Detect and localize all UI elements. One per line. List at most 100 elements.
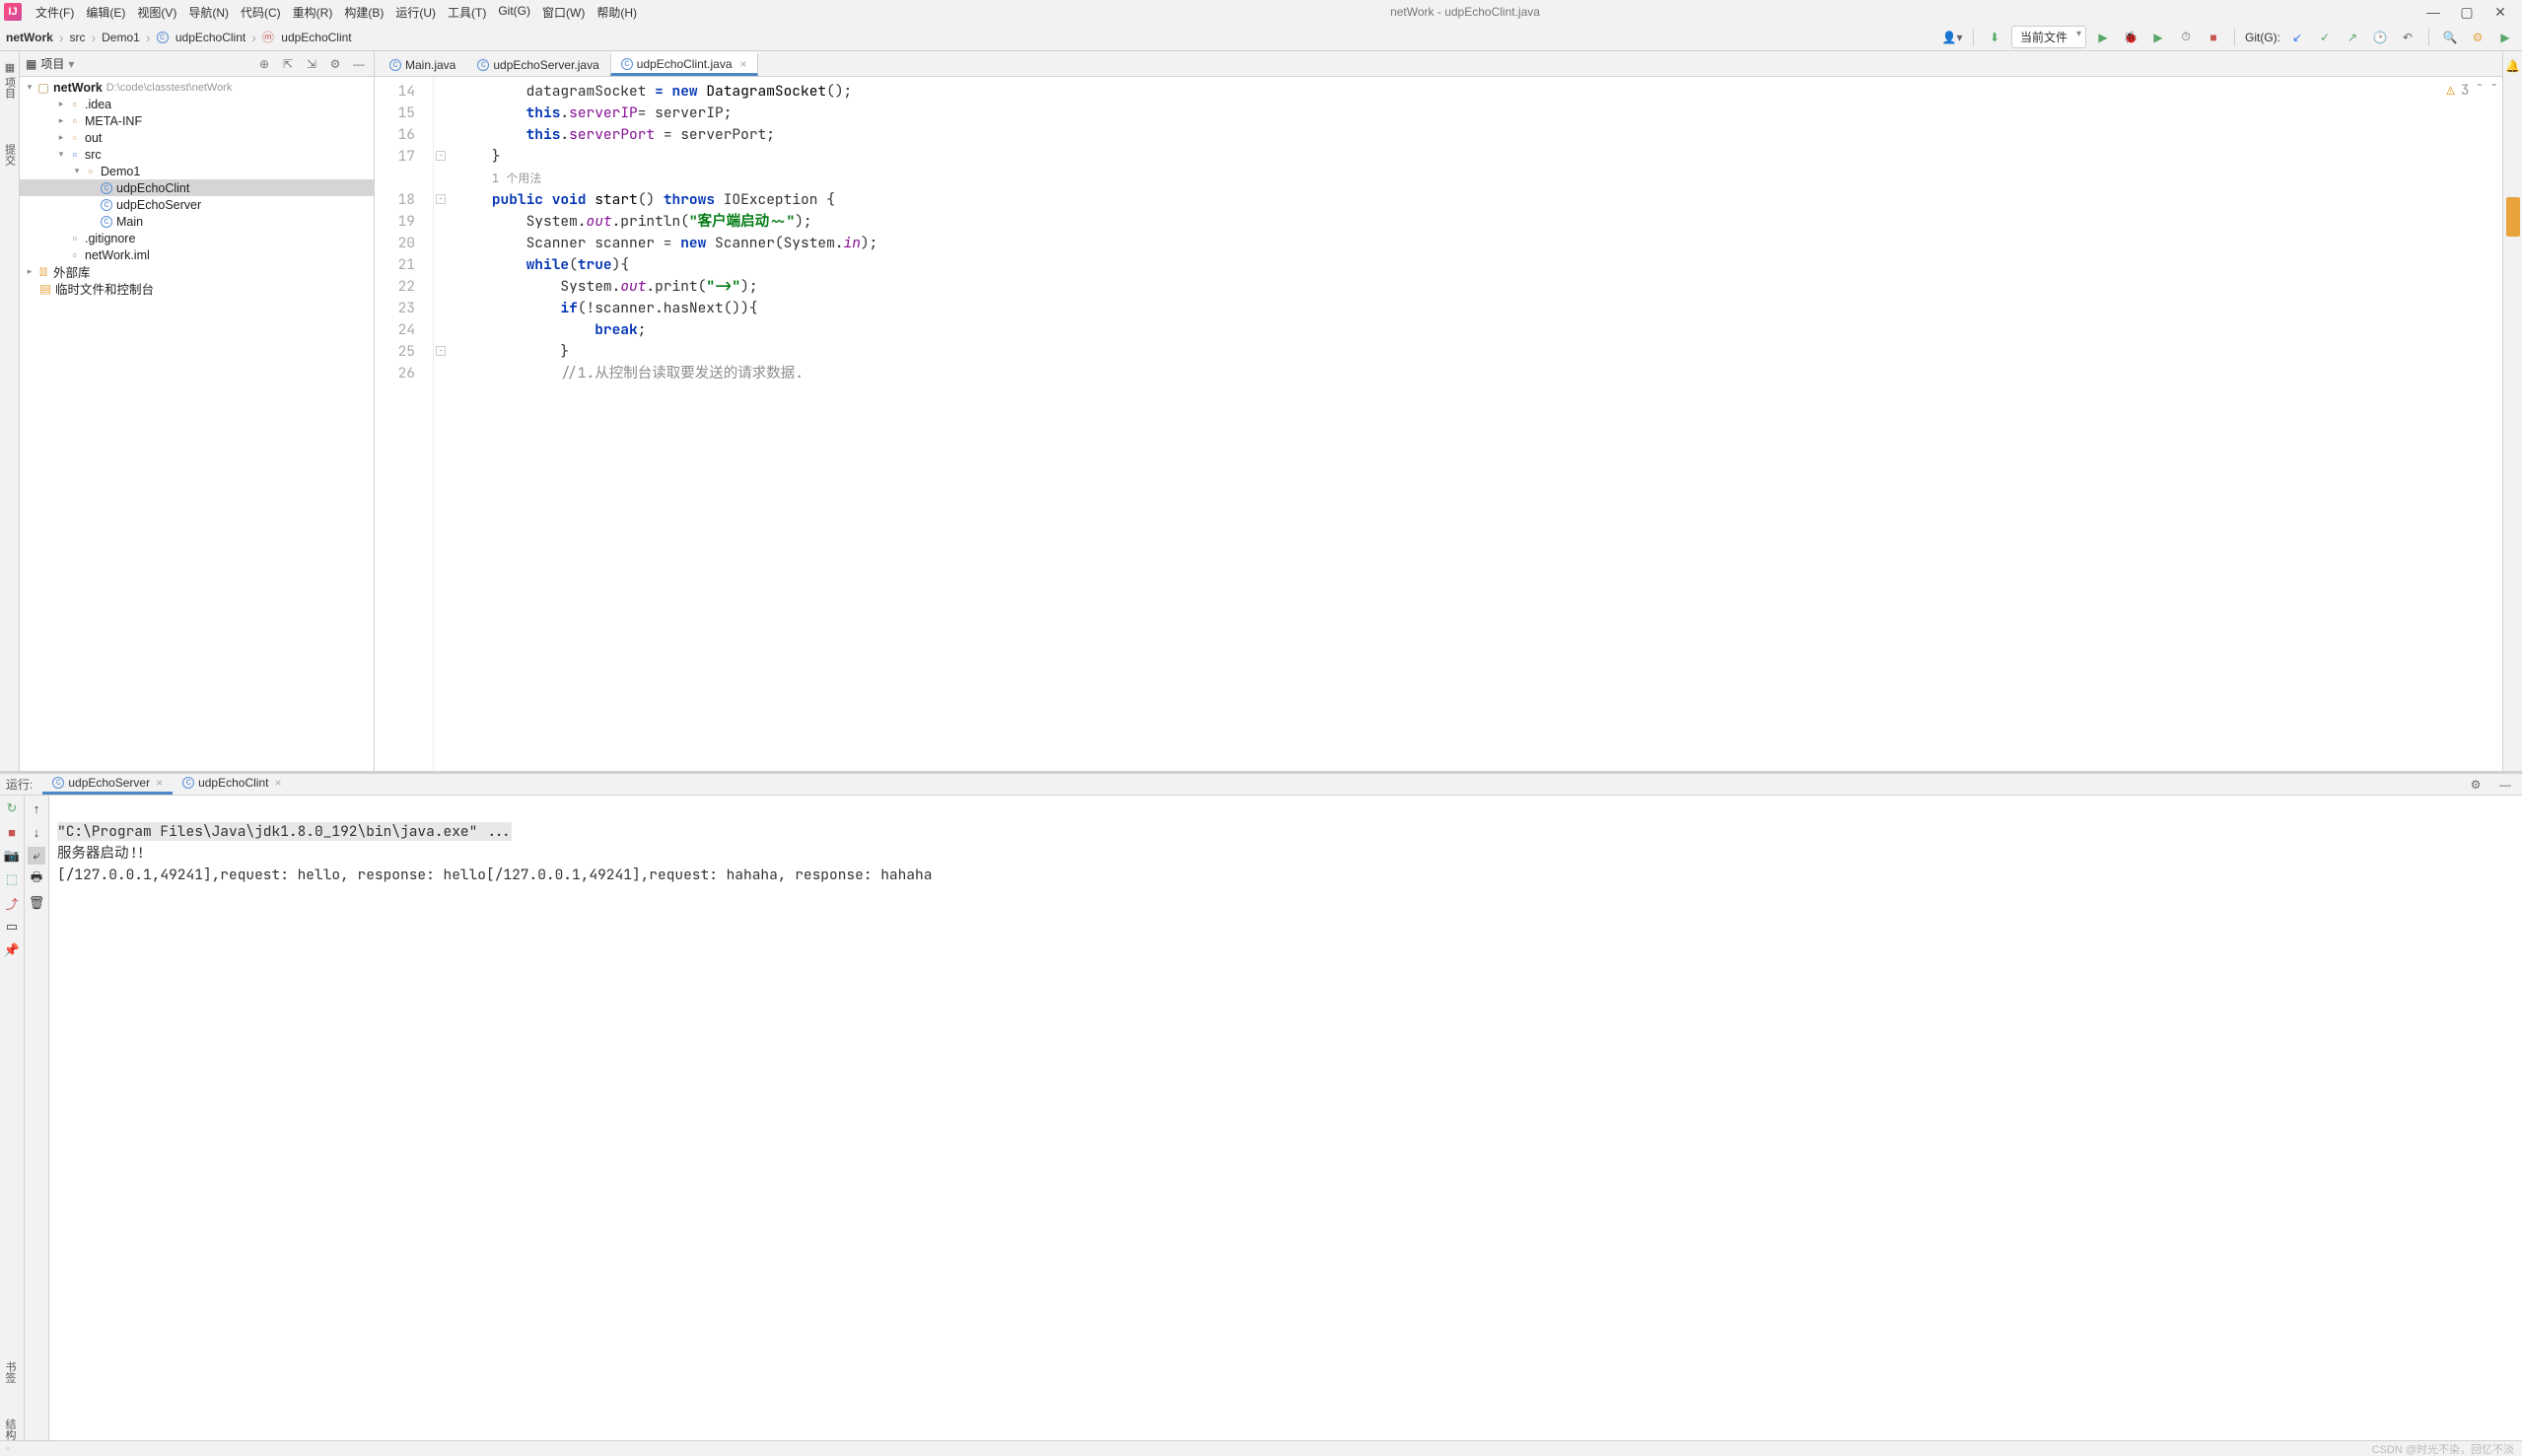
notifications-icon[interactable]: 🔔 bbox=[2502, 55, 2522, 77]
build-icon[interactable]: ⬇ bbox=[1984, 27, 2005, 48]
watermark: CSDN @时光不染，回忆不淡 bbox=[2372, 1441, 2514, 1456]
code-area[interactable]: datagramSocket = new DatagramSocket(); t… bbox=[450, 77, 2502, 771]
minimize-button[interactable]: — bbox=[2425, 4, 2441, 20]
print-icon[interactable]: 🖶 bbox=[28, 870, 45, 888]
menu-item[interactable]: 导航(N) bbox=[182, 2, 235, 23]
git-rollback-icon[interactable]: ↶ bbox=[2397, 27, 2418, 48]
menu-item[interactable]: 构建(B) bbox=[338, 2, 389, 23]
tree-item[interactable]: cudpEchoClint bbox=[20, 179, 374, 196]
dump-icon[interactable]: 📷 bbox=[3, 847, 21, 865]
down-icon[interactable]: ↓ bbox=[28, 823, 45, 841]
window-title: netWork - udpEchoClint.java bbox=[643, 5, 2287, 19]
toolbar: 👤▾ ⬇ 当前文件 ▶ 🐞 ▶ ⏱ ■ Git(G): ↙ ✓ ↗ 🕑 ↶ 🔍 … bbox=[1941, 26, 2516, 48]
pin-icon[interactable]: 📌 bbox=[3, 941, 21, 959]
sidebar-tab-bookmarks[interactable]: 书签 bbox=[2, 1355, 18, 1383]
editor-tab[interactable]: cMain.java bbox=[379, 52, 466, 76]
close-icon[interactable]: × bbox=[274, 776, 281, 790]
hide-icon[interactable]: — bbox=[350, 55, 368, 73]
tree-item[interactable]: ▫netWork.iml bbox=[20, 246, 374, 263]
menu-item[interactable]: Git(G) bbox=[492, 2, 536, 23]
menu-item[interactable]: 文件(F) bbox=[30, 2, 80, 23]
select-opened-icon[interactable]: ⊕ bbox=[255, 55, 273, 73]
tree-ext-lib[interactable]: ▸⫾⫾ 外部库 bbox=[20, 263, 374, 280]
crumb-root[interactable]: netWork bbox=[6, 31, 53, 44]
up-icon[interactable]: ↑ bbox=[28, 799, 45, 817]
delete-icon[interactable]: ▭ bbox=[3, 918, 21, 936]
menu-item[interactable]: 代码(C) bbox=[235, 2, 287, 23]
git-push-icon[interactable]: ↗ bbox=[2342, 27, 2363, 48]
tree-item[interactable]: ▸▫out bbox=[20, 129, 374, 146]
coverage-icon[interactable]: ▶ bbox=[2147, 27, 2169, 48]
rerun-icon[interactable]: ↻ bbox=[3, 799, 21, 817]
run-config-dropdown[interactable]: 当前文件 bbox=[2011, 26, 2086, 48]
wrap-icon[interactable]: ⤶ bbox=[28, 847, 45, 865]
menu-item[interactable]: 工具(T) bbox=[442, 2, 492, 23]
sidebar-tab-commit[interactable]: 提交 bbox=[2, 138, 18, 166]
fold-icon[interactable]: - bbox=[436, 151, 446, 161]
menu-item[interactable]: 重构(R) bbox=[287, 2, 339, 23]
tree-item[interactable]: ▫.gitignore bbox=[20, 230, 374, 246]
run-icon[interactable]: ▶ bbox=[2092, 27, 2114, 48]
run-toolbar-2: ↑ ↓ ⤶ 🖶 🗑 bbox=[25, 796, 49, 1445]
search-icon[interactable]: 🔍 bbox=[2439, 27, 2461, 48]
run-tab[interactable]: cudpEchoServer× bbox=[42, 775, 173, 795]
exit-icon[interactable]: ⤴ bbox=[3, 894, 21, 912]
maximize-button[interactable]: ▢ bbox=[2459, 4, 2475, 20]
user-icon[interactable]: 👤▾ bbox=[1941, 27, 1963, 48]
tree-item[interactable]: ▾▫src bbox=[20, 146, 374, 163]
stop-icon[interactable]: ■ bbox=[3, 823, 21, 841]
debug-icon[interactable]: 🐞 bbox=[2120, 27, 2141, 48]
warning-icon[interactable]: ⚠ bbox=[2446, 82, 2454, 100]
crumb-item[interactable]: ⓜ udpEchoClint bbox=[262, 29, 352, 45]
editor-tab[interactable]: cudpEchoServer.java bbox=[466, 52, 609, 76]
crumb-item[interactable]: c udpEchoClint bbox=[157, 31, 246, 44]
run-settings-icon[interactable]: ⚙ bbox=[2465, 774, 2487, 796]
close-icon[interactable]: × bbox=[740, 57, 747, 71]
warning-count: 3 bbox=[2461, 81, 2470, 100]
tree-item[interactable]: cudpEchoServer bbox=[20, 196, 374, 213]
menu-item[interactable]: 窗口(W) bbox=[536, 2, 591, 23]
close-button[interactable]: ✕ bbox=[2492, 4, 2508, 20]
git-commit-icon[interactable]: ✓ bbox=[2314, 27, 2336, 48]
tree-item[interactable]: ▾▫Demo1 bbox=[20, 163, 374, 179]
close-icon[interactable]: × bbox=[156, 776, 163, 790]
menu-item[interactable]: 运行(U) bbox=[389, 2, 442, 23]
collapse-all-icon[interactable]: ⇲ bbox=[303, 55, 320, 73]
tree-scratch[interactable]: ▤ 临时文件和控制台 bbox=[20, 280, 374, 297]
clear-icon[interactable]: 🗑 bbox=[28, 894, 45, 912]
git-history-icon[interactable]: 🕑 bbox=[2369, 27, 2391, 48]
project-tree[interactable]: ▾▢ netWork D:\code\classtest\netWork ▸▫.… bbox=[20, 77, 374, 771]
editor-body[interactable]: 14151617 181920212223242526 --- datagram… bbox=[375, 77, 2502, 771]
fold-icon[interactable]: - bbox=[436, 346, 446, 356]
right-gutter: 🔔 bbox=[2502, 51, 2522, 771]
tree-item[interactable]: cMain bbox=[20, 213, 374, 230]
settings-icon[interactable]: ⚙ bbox=[2467, 27, 2488, 48]
fold-gutter[interactable]: - - - bbox=[434, 77, 450, 771]
editor-tab[interactable]: cudpEchoClint.java× bbox=[610, 52, 758, 76]
stop-icon[interactable]: ■ bbox=[2203, 27, 2224, 48]
menu-item[interactable]: 视图(V) bbox=[131, 2, 182, 23]
menu-item[interactable]: 编辑(E) bbox=[80, 2, 131, 23]
run-anything-icon[interactable]: ▶ bbox=[2494, 27, 2516, 48]
expand-all-icon[interactable]: ⇱ bbox=[279, 55, 297, 73]
console-output[interactable]: "C:\Program Files\Java\jdk1.8.0_192\bin\… bbox=[49, 796, 2522, 1445]
layout-icon[interactable]: ⬚ bbox=[3, 870, 21, 888]
settings-icon[interactable]: ⚙ bbox=[326, 55, 344, 73]
run-tab[interactable]: cudpEchoClint× bbox=[173, 775, 291, 795]
tree-item[interactable]: ▸▫.idea bbox=[20, 96, 374, 112]
sidebar-tab-structure[interactable]: 结构 bbox=[2, 1413, 18, 1440]
next-highlight-icon[interactable]: ˇ bbox=[2489, 81, 2498, 100]
git-update-icon[interactable]: ↙ bbox=[2286, 27, 2308, 48]
run-hide-icon[interactable]: — bbox=[2494, 774, 2516, 796]
tree-item[interactable]: ▸▫META-INF bbox=[20, 112, 374, 129]
profile-icon[interactable]: ⏱ bbox=[2175, 27, 2197, 48]
prev-highlight-icon[interactable]: ˆ bbox=[2476, 81, 2485, 100]
fold-icon[interactable]: - bbox=[436, 194, 446, 204]
sb-icon[interactable]: ▫ bbox=[6, 1443, 10, 1455]
tree-root[interactable]: ▾▢ netWork D:\code\classtest\netWork bbox=[20, 79, 374, 96]
crumb-item[interactable]: Demo1 bbox=[102, 31, 140, 44]
crumb-item[interactable]: src bbox=[69, 31, 85, 44]
menubar: IJ 文件(F)编辑(E)视图(V)导航(N)代码(C)重构(R)构建(B)运行… bbox=[0, 0, 2522, 24]
sidebar-tab-project[interactable]: ▦ 项目 bbox=[2, 55, 18, 99]
menu-item[interactable]: 帮助(H) bbox=[591, 2, 643, 23]
